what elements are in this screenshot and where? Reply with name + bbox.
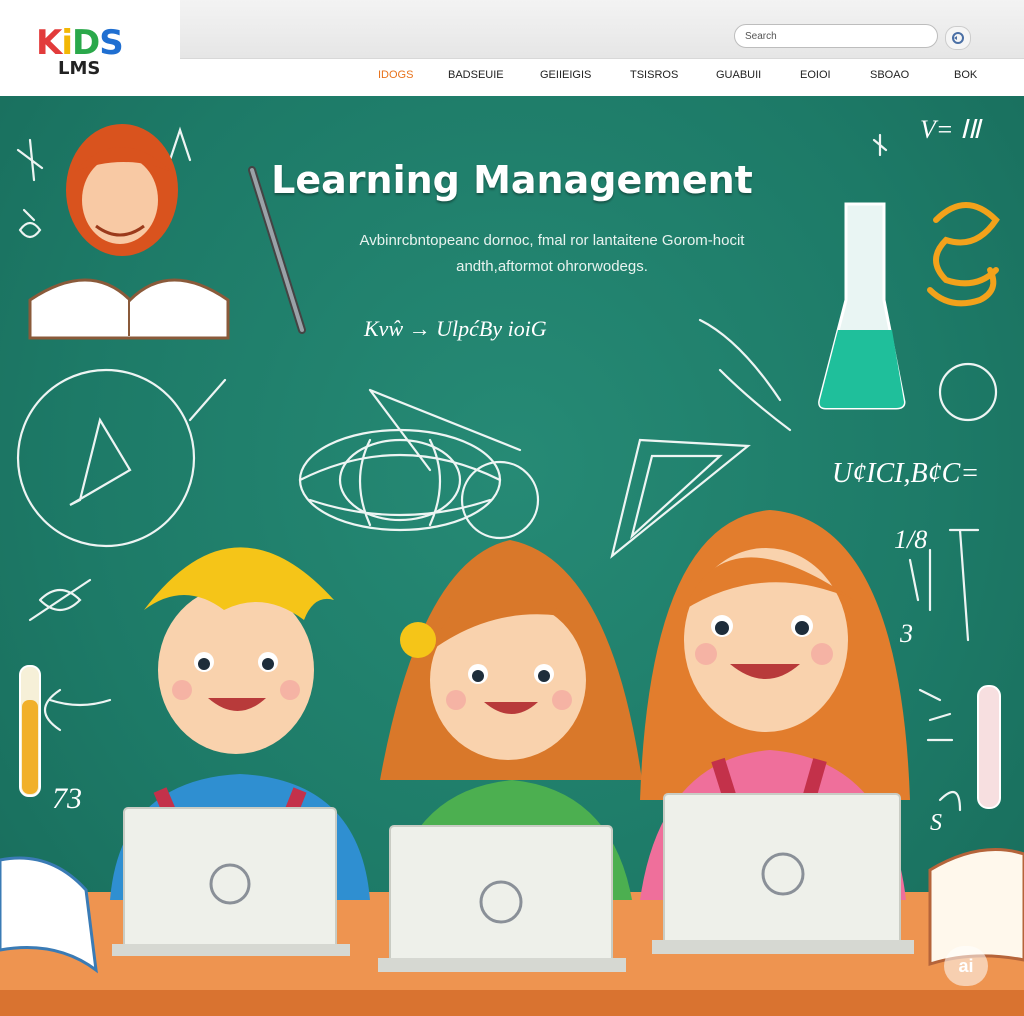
desk-edge <box>0 990 1024 1016</box>
chalk-fraction: 1/8 <box>894 525 927 554</box>
book-right-graphic <box>928 848 1024 967</box>
chalk-formula-right: U¢ICI,B¢C= <box>832 458 979 489</box>
test-tube-left <box>19 665 41 797</box>
hero-subtitle-line-1: Avbinrcbntopeanc dornoc, fmal ror lantai… <box>359 232 745 249</box>
chalk-doodle-left <box>69 417 132 506</box>
chalk-number-right-a: 3 <box>899 619 913 648</box>
laptop-right <box>652 793 914 954</box>
chalk-formula-mid: Kvŵ → UlpćBy ioiG <box>363 316 547 341</box>
test-tube-right <box>977 685 1001 809</box>
hero-title: Learning Management <box>271 158 753 202</box>
hero-subtitle-line-2: andth,aftormot ohrorwodegs. <box>456 258 648 275</box>
chalk-number-left: 73 <box>52 782 82 815</box>
laptop-left <box>112 807 350 956</box>
laptop-middle <box>378 825 626 972</box>
hero-subtitle: Avbinrcbntopeanc dornoc, fmal ror lantai… <box>312 228 792 280</box>
dragon-doodle-graphic <box>927 202 1000 307</box>
chalk-circle-right <box>938 362 998 422</box>
chalk-formula-top-right: V= ⅠⅡ <box>920 115 983 144</box>
flask-graphic <box>818 202 906 410</box>
chalk-number-right-b: S <box>930 810 942 836</box>
reading-girl-graphic <box>28 124 230 340</box>
chalk-circle-left <box>16 368 196 548</box>
hero-illustration: V= ⅠⅡ Kvŵ → UlpćBy ioiG U¢ICI,B¢C= 1/8 7… <box>0 115 1024 1016</box>
ai-badge: ai <box>944 946 988 986</box>
